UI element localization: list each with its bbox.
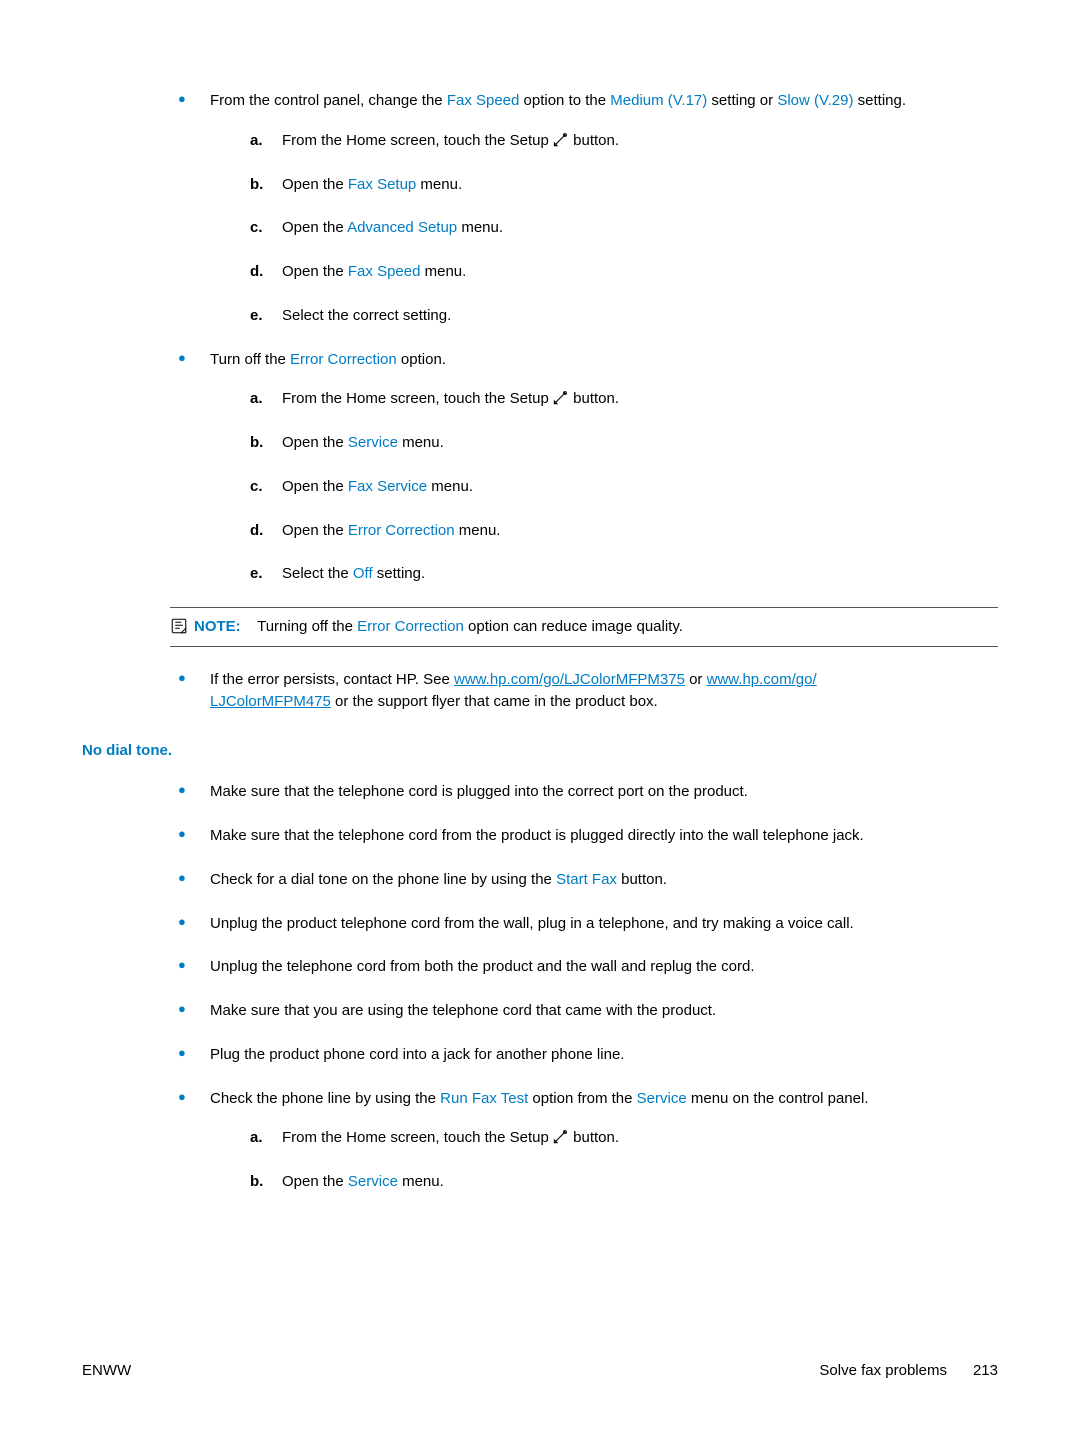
note-icon <box>170 617 188 635</box>
step-c: c. Open the Fax Service menu. <box>250 476 998 498</box>
heading-no-dial-tone: No dial tone. <box>82 742 998 759</box>
step-marker: a. <box>250 1127 263 1149</box>
step-b: b. Open the Service menu. <box>250 432 998 454</box>
footer: ENWW Solve fax problems 213 <box>82 1362 998 1379</box>
step-marker: b. <box>250 1171 263 1193</box>
link-m375[interactable]: www.hp.com/go/LJColorMFPM375 <box>454 671 685 688</box>
bullet: Make sure that you are using the telepho… <box>178 1000 998 1022</box>
bullet-contact-hp: If the error persists, contact HP. See w… <box>178 669 998 713</box>
link-m475-b[interactable]: LJColorMFPM475 <box>210 693 331 710</box>
bullet: Unplug the product telephone cord from t… <box>178 913 998 935</box>
step-marker: c. <box>250 476 263 498</box>
step-marker: e. <box>250 305 263 327</box>
link-m475-a[interactable]: www.hp.com/go/ <box>707 671 817 688</box>
step-marker: a. <box>250 388 263 410</box>
bullet: Plug the product phone cord into a jack … <box>178 1044 998 1066</box>
bullet: Check for a dial tone on the phone line … <box>178 869 998 891</box>
step-marker: b. <box>250 432 263 454</box>
step-c: c. Open the Advanced Setup menu. <box>250 217 998 239</box>
step-a: a. From the Home screen, touch the Setup… <box>250 130 998 152</box>
step-a: a. From the Home screen, touch the Setup… <box>250 1127 998 1149</box>
bullet: Make sure that the telephone cord is plu… <box>178 781 998 803</box>
bullet-text: From the control panel, change the Fax S… <box>210 92 906 109</box>
step-marker: c. <box>250 217 263 239</box>
setup-icon <box>553 131 569 147</box>
note-label: NOTE: <box>194 618 241 635</box>
bullet-error-correction: Turn off the Error Correction option. a.… <box>178 349 998 586</box>
step-marker: d. <box>250 520 263 542</box>
step-marker: a. <box>250 130 263 152</box>
footer-left: ENWW <box>82 1362 131 1379</box>
note-box: NOTE: Turning off the Error Correction o… <box>170 607 998 647</box>
setup-icon <box>553 1128 569 1144</box>
step-d: d. Open the Fax Speed menu. <box>250 261 998 283</box>
step-b: b. Open the Service menu. <box>250 1171 998 1193</box>
step-b: b. Open the Fax Setup menu. <box>250 174 998 196</box>
bullet: Make sure that the telephone cord from t… <box>178 825 998 847</box>
bullet-fax-speed: From the control panel, change the Fax S… <box>178 90 998 327</box>
step-e: e. Select the Off setting. <box>250 563 998 585</box>
setup-icon <box>553 389 569 405</box>
step-e: e. Select the correct setting. <box>250 305 998 327</box>
bullet: Unplug the telephone cord from both the … <box>178 956 998 978</box>
step-marker: e. <box>250 563 263 585</box>
step-marker: d. <box>250 261 263 283</box>
bullet: Check the phone line by using the Run Fa… <box>178 1088 998 1193</box>
page-number: 213 <box>973 1362 998 1379</box>
step-marker: b. <box>250 174 263 196</box>
step-a: a. From the Home screen, touch the Setup… <box>250 388 998 410</box>
footer-section: Solve fax problems <box>819 1362 947 1379</box>
bullet-text: Turn off the Error Correction option. <box>210 351 446 368</box>
step-d: d. Open the Error Correction menu. <box>250 520 998 542</box>
